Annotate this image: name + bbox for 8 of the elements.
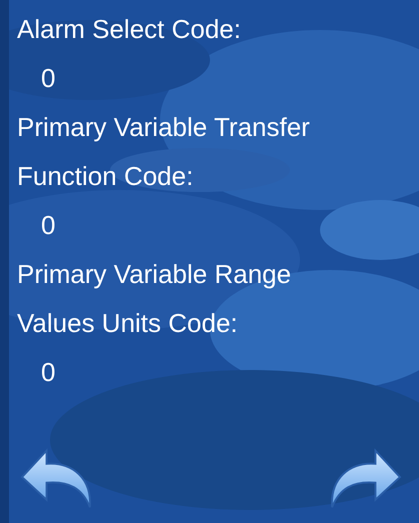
field-label: Primary Variable Range <box>17 258 292 291</box>
field-label: Primary Variable Transfer <box>17 111 310 144</box>
field-value: 0 <box>40 209 56 242</box>
field-value: 0 <box>40 356 56 389</box>
field-label: Alarm Select Code: <box>17 13 241 46</box>
field-label: Values Units Code: <box>17 307 238 340</box>
field-value: 0 <box>40 62 56 95</box>
field-label: Function Code: <box>17 160 194 193</box>
